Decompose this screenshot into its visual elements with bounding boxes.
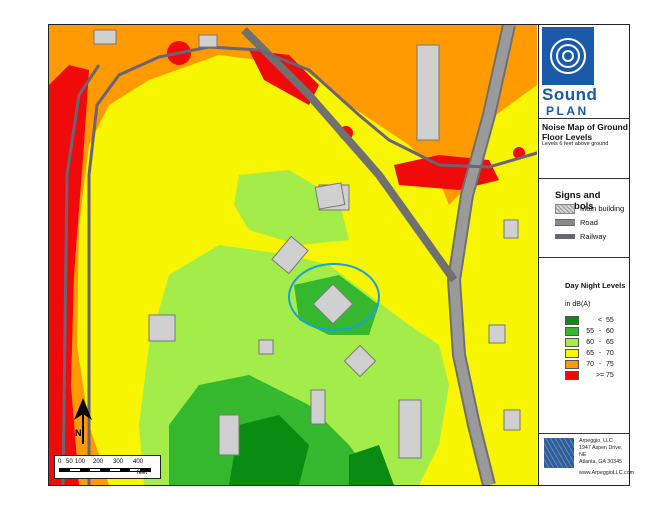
railway-swatch-icon [555,234,575,239]
divider [539,433,629,434]
level-row: 65-70 [565,348,620,358]
scale-label: 0 [58,459,62,465]
level-swatch [565,348,579,358]
level-low: 70 [586,360,594,368]
level-high: 55 [606,316,614,324]
symbol-label: Main building [580,204,625,213]
scale-label: 50 [66,459,73,465]
level-high: 75 [606,371,614,379]
building [488,324,506,344]
level-row: 70-75 [565,359,620,369]
legend-panel: Sound PLAN Noise Map of Ground Floor Lev… [539,25,634,485]
building [148,314,176,342]
building [503,409,521,431]
company-address: 1947 Aspen Drive, NE [579,445,623,458]
scale-label: 200 [93,459,104,465]
level-operator: - [598,349,602,357]
level-operator: < [597,316,603,324]
swirl-icon [550,38,586,74]
noise-map[interactable] [49,25,537,485]
level-swatch [565,370,579,380]
building [218,414,240,456]
level-row: <55 [565,315,620,325]
north-arrow: N [72,398,94,448]
soundplan-logo [542,27,594,85]
building [258,339,274,355]
building-swatch-icon [555,203,575,214]
brand-sound: Sound [542,85,598,104]
level-operator: - [598,360,602,368]
north-label: N [75,428,82,438]
level-swatch [565,337,579,347]
building [93,29,117,45]
divider [539,118,629,119]
scale-label: 300 [113,459,124,465]
company-url[interactable]: www.ArpeggioLLC.com [579,470,634,476]
building [310,389,326,425]
building [503,219,519,239]
scale-labels: 0 50 100 200 300 400 [58,459,145,465]
arpeggio-logo [544,438,574,468]
building [198,34,218,48]
building [398,399,422,459]
road-swatch-icon [555,219,575,226]
level-operator: >= [595,371,605,379]
level-swatch [565,315,579,325]
company-name: Arpeggio, LLC [579,438,613,444]
level-low: 65 [586,349,594,357]
building [416,44,440,141]
level-operator: - [598,338,602,346]
level-row: 60-65 [565,337,620,347]
level-swatch [565,326,579,336]
scale-bar: 0 50 100 200 300 400 feet [54,455,161,479]
symbol-row: Main building [555,203,624,214]
noise-map-canvas [49,25,537,485]
scale-unit: feet [137,470,148,476]
level-high: 65 [606,338,614,346]
scale-label: 400 [133,459,144,465]
level-high: 70 [606,349,614,357]
symbol-label: Railway [580,232,607,241]
level-high: 75 [606,360,614,368]
divider [539,257,629,258]
symbol-label: Road [580,218,598,227]
divider [539,178,629,179]
level-low: 60 [586,338,594,346]
levels-unit: in dB(A) [565,301,591,308]
building [314,182,346,210]
level-low: 55 [586,327,594,335]
level-row: >= 75 [565,370,620,380]
level-row: 55-60 [565,326,620,336]
level-high: 60 [606,327,614,335]
brand-plan: PLAN [546,104,589,118]
symbol-row: Road [555,217,598,228]
company-block: Arpeggio, LLC 1947 Aspen Drive, NE Atlan… [579,438,629,466]
map-title: Noise Map of Ground Floor Levels [542,122,628,142]
company-city: Atlanta, GA 30345 [579,459,622,465]
map-subtitle: Levels 6 feet above ground [542,141,609,147]
north-arrow-icon [74,398,92,444]
level-swatch [565,359,579,369]
symbol-row: Railway [555,231,606,242]
level-operator: - [598,327,602,335]
levels-title: Day Night Levels [565,281,626,290]
scale-label: 100 [75,459,86,465]
